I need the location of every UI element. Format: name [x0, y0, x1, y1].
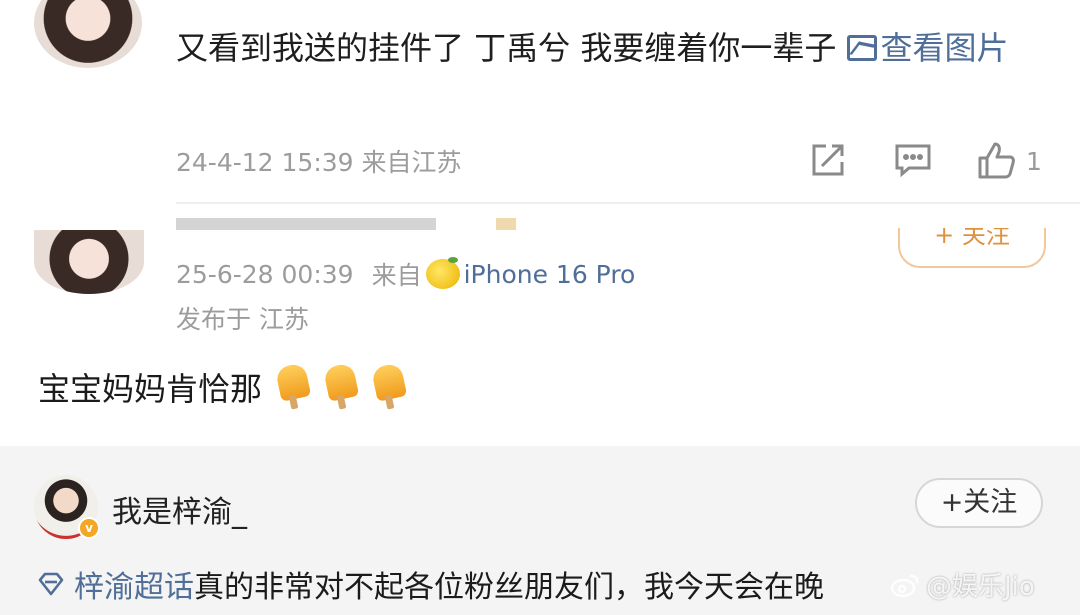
lemon-icon [425, 257, 460, 289]
view-image-link[interactable]: 查看图片 [846, 29, 1009, 67]
comment-button[interactable] [893, 140, 933, 180]
poster-avatar[interactable] [34, 230, 144, 294]
share-button[interactable] [808, 140, 848, 180]
post-text: 宝宝妈妈肯恰那 [38, 364, 406, 410]
comment-body: 又看到我送的挂件了 丁禹兮 我要缠着你一辈子 [176, 29, 847, 67]
post-location: 发布于 江苏 [176, 305, 309, 334]
post-body: 真的非常对不起各位粉丝朋友们，我今天会在晚 [194, 570, 824, 605]
verified-badge-icon: v [78, 517, 100, 539]
source-prefix: 来自 [371, 261, 422, 290]
follow-button-cropped[interactable]: + 关注 [898, 228, 1046, 268]
popsicle-emoji-icon [372, 365, 406, 409]
watermark: @娱乐Jio [890, 566, 1035, 603]
like-icon [978, 142, 1015, 179]
comment-text: 又看到我送的挂件了 丁禹兮 我要缠着你一辈子 查看图片 [176, 20, 1036, 76]
cropped-username [176, 218, 516, 230]
post-body: 宝宝妈妈肯恰那 [38, 370, 263, 408]
follow-label: + 关注 [934, 228, 1010, 249]
like-count: 1 [1026, 146, 1042, 176]
share-icon [812, 144, 844, 176]
divider [176, 202, 1080, 204]
view-image-label: 查看图片 [880, 29, 1009, 67]
follow-button[interactable]: +关注 [915, 478, 1043, 528]
device-link[interactable]: iPhone 16 Pro [464, 260, 636, 289]
topic-label: 梓渝超话 [74, 570, 194, 605]
like-button[interactable]: 1 [976, 140, 1042, 182]
post-meta: 25-6-28 00:39 来自 iPhone 16 Pro [176, 256, 635, 292]
supertopic-diamond-icon [38, 572, 64, 596]
comment-icon [895, 144, 931, 178]
popsicle-emoji-icon [324, 365, 358, 409]
topic-link[interactable]: 梓渝超话 [38, 562, 194, 606]
watermark-text: @娱乐Jio [926, 572, 1035, 602]
popsicle-emoji-icon [276, 365, 310, 409]
comment-meta: 24-4-12 15:39 来自江苏 [176, 148, 462, 177]
weibo-logo-icon [890, 574, 919, 597]
commenter-avatar[interactable] [34, 0, 142, 68]
post-text: 梓渝超话 真的非常对不起各位粉丝朋友们，我今天会在晚 [38, 562, 824, 606]
post-time: 25-6-28 00:39 [176, 259, 354, 289]
image-icon [846, 35, 877, 61]
username[interactable]: 我是梓渝_ [112, 487, 247, 531]
